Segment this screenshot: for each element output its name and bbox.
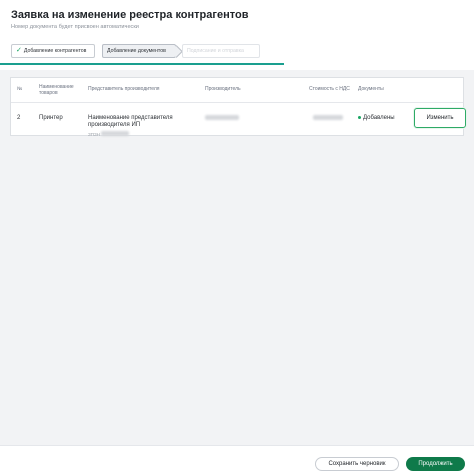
status-dot-icon [358, 115, 361, 119]
step-add-contractors[interactable]: ✓ Добавление контрагентов [11, 44, 95, 58]
table-header-divider [11, 102, 463, 103]
row-representative-sub: ЗПЗН [88, 131, 130, 138]
save-draft-button[interactable]: Сохранить черновик [315, 457, 399, 471]
footer-bar: Сохранить черновик Продолжить [0, 445, 474, 474]
row-number: 2 [17, 115, 21, 121]
documents-table: № Наименование товаров Представитель про… [10, 77, 466, 138]
step-sign-and-send: Подписание и отправка [182, 44, 260, 58]
edit-button[interactable]: Изменить [414, 108, 466, 128]
page-subtitle: Номер документа будет присвоен автоматич… [11, 24, 139, 30]
redacted-text [101, 131, 130, 136]
step-label: Добавление контрагентов [23, 48, 87, 54]
column-header-product: Наименование товаров [39, 84, 74, 96]
column-header-number: № [17, 86, 23, 92]
progress-underline [0, 63, 284, 65]
row-manufacturer-redacted [205, 115, 239, 123]
step-add-documents[interactable]: Добавление документов [102, 44, 176, 58]
column-header-representative: Представитель производителя [88, 86, 160, 92]
row-price-redacted [313, 115, 343, 123]
step-label: Подписание и отправка [187, 48, 244, 54]
documents-status-label: Добавлены [363, 115, 395, 121]
page-header: Заявка на изменение реестра контрагентов… [0, 0, 474, 70]
redacted-text [205, 115, 239, 120]
redacted-text [313, 115, 343, 120]
continue-button[interactable]: Продолжить [406, 457, 465, 471]
check-icon: ✓ [16, 47, 22, 54]
column-header-price: Стоимость с НДС [309, 86, 350, 92]
row-product: Принтер [39, 115, 63, 121]
column-header-manufacturer: Производитель [205, 86, 241, 92]
column-header-documents: Документы [358, 86, 384, 92]
row-representative: Наименование представителя производителя… [88, 115, 173, 128]
row-documents-status: Добавлены [358, 115, 395, 122]
row-representative-sub-label: ЗПЗН [88, 132, 100, 137]
step-label: Добавление документов [107, 48, 166, 54]
page-title: Заявка на изменение реестра контрагентов [11, 9, 249, 21]
